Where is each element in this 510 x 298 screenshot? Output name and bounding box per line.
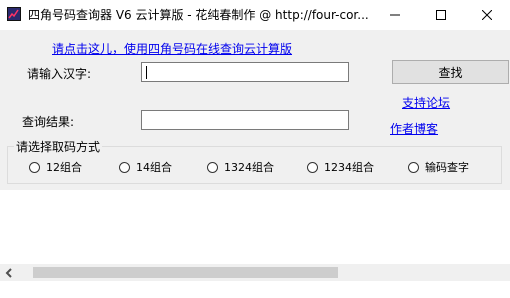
result-label: 查询结果: xyxy=(22,115,75,129)
radio-circle xyxy=(29,161,40,173)
scroll-thumb[interactable] xyxy=(33,267,338,278)
radio-1324[interactable]: 1324组合 xyxy=(207,159,274,175)
radio-label: 输码查字 xyxy=(425,161,469,174)
chevron-left-icon xyxy=(5,267,12,278)
minimize-button[interactable] xyxy=(372,0,418,29)
minimize-icon xyxy=(390,14,400,15)
support-forum-link[interactable]: 支持论坛 xyxy=(402,94,450,111)
online-query-link[interactable]: 请点击这儿，使用四角号码在线查询云计算版 xyxy=(52,40,292,57)
radio-label: 1324组合 xyxy=(224,161,274,174)
radio-label: 12组合 xyxy=(46,161,82,174)
author-blog-link[interactable]: 作者博客 xyxy=(390,120,438,137)
app-logo-icon xyxy=(7,7,21,21)
horizontal-scrollbar[interactable] xyxy=(0,264,510,281)
input-label: 请输入汉字: xyxy=(27,67,92,81)
mode-group-title: 请选择取码方式 xyxy=(14,138,103,155)
dialog-body: 请点击这儿，使用四角号码在线查询云计算版 请输入汉字: 查找 支持论坛 查询结果… xyxy=(0,30,510,190)
radio-circle xyxy=(207,161,218,173)
maximize-icon xyxy=(436,9,446,20)
radio-circle xyxy=(408,161,419,173)
window-title: 四角号码查询器 V6 云计算版 - 花纯春制作 @ http://four-co… xyxy=(28,8,369,22)
radio-12[interactable]: 12组合 xyxy=(29,159,82,175)
close-icon xyxy=(482,9,492,20)
text-caret xyxy=(146,66,147,79)
result-field[interactable] xyxy=(141,110,349,130)
radio-circle xyxy=(307,161,318,173)
radio-circle xyxy=(119,161,130,173)
radio-14[interactable]: 14组合 xyxy=(119,159,172,175)
maximize-button[interactable] xyxy=(418,0,464,29)
scroll-left-button[interactable] xyxy=(0,264,17,281)
radio-label: 14组合 xyxy=(136,161,172,174)
radio-reverse-lookup[interactable]: 输码查字 xyxy=(408,159,469,175)
hanzi-input[interactable] xyxy=(141,62,349,82)
close-button[interactable] xyxy=(464,0,510,29)
radio-1234[interactable]: 1234组合 xyxy=(307,159,374,175)
title-bar[interactable]: 四角号码查询器 V6 云计算版 - 花纯春制作 @ http://four-co… xyxy=(0,0,510,29)
radio-label: 1234组合 xyxy=(324,161,374,174)
app-window: 四角号码查询器 V6 云计算版 - 花纯春制作 @ http://four-co… xyxy=(0,0,510,298)
search-button-label: 查找 xyxy=(438,65,463,80)
search-button[interactable]: 查找 xyxy=(392,60,509,84)
